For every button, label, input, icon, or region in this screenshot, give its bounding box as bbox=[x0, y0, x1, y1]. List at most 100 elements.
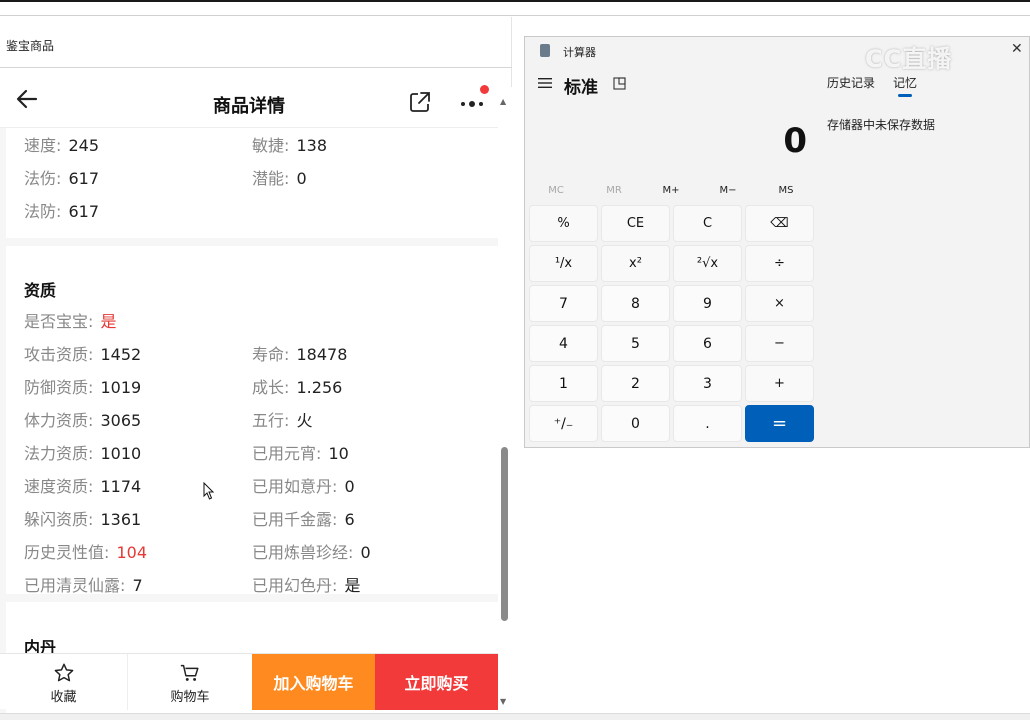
top-window-edge bbox=[0, 0, 1030, 16]
stat-row: 寿命: 18478 bbox=[252, 341, 347, 365]
digit-8-button[interactable]: 8 bbox=[601, 285, 670, 322]
stat-label: 体力资质: bbox=[24, 411, 94, 430]
stat-row: 躲闪资质: 1361 bbox=[24, 506, 141, 530]
stat-row: 五行: 火 bbox=[252, 407, 313, 431]
favorite-label: 收藏 bbox=[50, 690, 77, 705]
stat-value: 1019 bbox=[100, 378, 142, 397]
share-icon[interactable] bbox=[408, 90, 432, 114]
aptitude-title: 资质 bbox=[24, 281, 57, 300]
memory-subtract-button[interactable]: M− bbox=[700, 181, 756, 201]
digit-4-button[interactable]: 4 bbox=[529, 325, 598, 362]
scroll-down-arrow-icon[interactable]: ▼ bbox=[500, 697, 506, 706]
cart-label: 购物车 bbox=[170, 690, 210, 705]
digit-7-button[interactable]: 7 bbox=[529, 285, 598, 322]
window-title: 鉴宝商品 bbox=[6, 39, 55, 53]
scrollbar-thumb[interactable] bbox=[501, 447, 508, 621]
scroll-up-arrow-icon[interactable]: ▲ bbox=[500, 97, 506, 106]
stat-label: 躲闪资质: bbox=[24, 510, 94, 529]
stat-label: 已用炼兽珍经: bbox=[252, 543, 354, 562]
calculator-mode: 标准 bbox=[564, 78, 598, 98]
stat-value: 1.256 bbox=[296, 378, 343, 397]
stat-value: 245 bbox=[68, 136, 100, 155]
digit-1-button[interactable]: 1 bbox=[529, 365, 598, 402]
stat-label: 法伤: bbox=[24, 169, 62, 188]
negate-button[interactable]: ⁺/₋ bbox=[529, 405, 598, 442]
square-root-button[interactable]: ²√x bbox=[673, 245, 742, 282]
is-baby-row: 是否宝宝: 是 bbox=[24, 308, 117, 332]
stat-value: 617 bbox=[68, 169, 100, 188]
decimal-button[interactable]: . bbox=[673, 405, 742, 442]
memory-clear-button[interactable]: MC bbox=[528, 181, 584, 201]
buy-now-button[interactable]: 立即购买 bbox=[375, 654, 498, 710]
notification-dot bbox=[480, 85, 489, 94]
stat-row: 法伤: 617 bbox=[24, 165, 99, 189]
cart-button[interactable]: 购物车 bbox=[128, 654, 252, 710]
stat-row: 已用元宵: 10 bbox=[252, 440, 349, 464]
stat-label: 已用如意丹: bbox=[252, 477, 338, 496]
divide-button[interactable]: ÷ bbox=[745, 245, 814, 282]
close-icon[interactable]: ✕ bbox=[1011, 41, 1023, 57]
backspace-button[interactable]: ⌫ bbox=[745, 205, 814, 242]
calculator-app-icon bbox=[540, 44, 550, 57]
stat-row: 防御资质: 1019 bbox=[24, 374, 141, 398]
memory-buttons-row: MC MR M+ M− MS bbox=[525, 181, 817, 201]
stat-row: 法防: 617 bbox=[24, 198, 99, 222]
stat-label: 敏捷: bbox=[252, 136, 290, 155]
digit-2-button[interactable]: 2 bbox=[601, 365, 670, 402]
stat-label: 速度资质: bbox=[24, 477, 94, 496]
memory-recall-button[interactable]: MR bbox=[586, 181, 642, 201]
stat-row: 体力资质: 3065 bbox=[24, 407, 141, 431]
stat-row: 已用如意丹: 0 bbox=[252, 473, 355, 497]
stat-label: 已用千金露: bbox=[252, 510, 338, 529]
equals-button[interactable]: = bbox=[745, 405, 814, 442]
memory-store-button[interactable]: MS bbox=[758, 181, 814, 201]
favorite-button[interactable]: 收藏 bbox=[0, 654, 128, 710]
watermark-logo: CC直播 bbox=[865, 45, 953, 73]
memory-add-button[interactable]: M+ bbox=[643, 181, 699, 201]
clear-entry-button[interactable]: CE bbox=[601, 205, 670, 242]
digit-5-button[interactable]: 5 bbox=[601, 325, 670, 362]
bottom-action-bar: 收藏 购物车 加入购物车 立即购买 bbox=[0, 653, 498, 710]
stat-value: 6 bbox=[344, 510, 355, 529]
tab-history[interactable]: 历史记录 bbox=[827, 74, 875, 91]
digit-3-button[interactable]: 3 bbox=[673, 365, 742, 402]
stat-value: 7 bbox=[132, 576, 143, 595]
stat-label: 法防: bbox=[24, 202, 62, 221]
clear-button[interactable]: C bbox=[673, 205, 742, 242]
add-button[interactable]: + bbox=[745, 365, 814, 402]
add-to-cart-button[interactable]: 加入购物车 bbox=[252, 654, 375, 710]
stat-value: 1010 bbox=[100, 444, 142, 463]
digit-0-button[interactable]: 0 bbox=[601, 405, 670, 442]
desktop: 鉴宝商品 商品详情 速度: 245 敏捷: 138 法伤: 617 潜能: 0 … bbox=[0, 0, 1030, 720]
digit-6-button[interactable]: 6 bbox=[673, 325, 742, 362]
stat-label: 已用元宵: bbox=[252, 444, 322, 463]
stat-label: 速度: bbox=[24, 136, 62, 155]
tab-memory[interactable]: 记忆 bbox=[893, 74, 917, 91]
stat-value: 0 bbox=[360, 543, 371, 562]
digit-9-button[interactable]: 9 bbox=[673, 285, 742, 322]
menu-icon[interactable] bbox=[538, 77, 552, 89]
subtract-button[interactable]: − bbox=[745, 325, 814, 362]
stat-row: 成长: 1.256 bbox=[252, 374, 342, 398]
stat-label: 已用清灵仙露: bbox=[24, 576, 126, 595]
stat-value: 0 bbox=[344, 477, 355, 496]
keep-on-top-icon[interactable] bbox=[613, 77, 626, 90]
stat-value: 138 bbox=[296, 136, 328, 155]
stat-label: 成长: bbox=[252, 378, 290, 397]
stat-row: 已用清灵仙露: 7 bbox=[24, 572, 143, 596]
reciprocal-button[interactable]: ¹/x bbox=[529, 245, 598, 282]
multiply-button[interactable]: × bbox=[745, 285, 814, 322]
stat-value: 是 bbox=[344, 576, 361, 595]
stat-value: 0 bbox=[296, 169, 307, 188]
stat-value: 18478 bbox=[296, 345, 348, 364]
stat-label: 潜能: bbox=[252, 169, 290, 188]
calculator-title: 计算器 bbox=[563, 46, 596, 59]
square-button[interactable]: x² bbox=[601, 245, 670, 282]
stat-value: 617 bbox=[68, 202, 100, 221]
mouse-cursor-icon bbox=[203, 482, 215, 500]
shopping-cart-icon bbox=[180, 664, 199, 681]
app-header: 商品详情 bbox=[0, 68, 498, 128]
percent-button[interactable]: % bbox=[529, 205, 598, 242]
product-detail-page: 商品详情 速度: 245 敏捷: 138 法伤: 617 潜能: 0 法防: 6… bbox=[0, 68, 498, 713]
active-tab-indicator bbox=[898, 94, 912, 97]
